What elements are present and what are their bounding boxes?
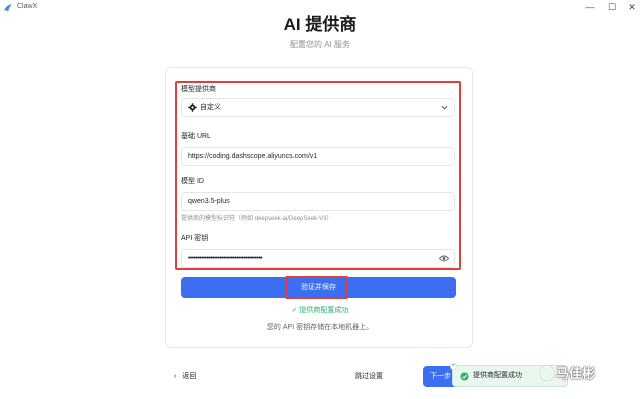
base-url-input[interactable]: https://coding.dashscope.aliyuncs.com/v1	[181, 147, 455, 166]
app-name: ClawX	[17, 3, 38, 10]
model-id-hint: 提供商的模型标识符（例如 deepseek-ai/DeepSeek-V3）	[181, 216, 333, 222]
skip-setup-button[interactable]: 跳过设置	[355, 372, 383, 382]
back-button[interactable]: ‹ 返回	[174, 372, 196, 382]
app-logo-icon	[4, 4, 12, 12]
close-button[interactable]: ✕	[625, 1, 639, 13]
toast-message: 提供商配置成功	[473, 372, 522, 379]
model-id-input[interactable]: qwen3.5-plus	[181, 192, 455, 211]
gear-icon	[188, 103, 197, 112]
base-url-label: 基础 URL	[181, 133, 211, 140]
check-circle-icon	[460, 372, 469, 381]
provider-select-value: 自定义	[200, 104, 221, 111]
minimize-button[interactable]: —	[583, 1, 597, 13]
success-message: ✓ 提供商配置成功	[291, 307, 349, 314]
chevron-left-icon: ‹	[174, 373, 177, 380]
page-title: AI 提供商	[283, 15, 357, 34]
provider-label: 模型提供商	[181, 86, 216, 93]
toast-close-icon[interactable]: ×	[450, 363, 457, 370]
model-id-label: 模型 ID	[181, 178, 204, 185]
watermark-logo-icon	[540, 366, 554, 380]
api-key-masked-value: ••••••••••••••••••••••••••••••••••••••••	[188, 255, 263, 262]
storage-note: 您的 API 密钥存储在本地机器上。	[266, 324, 374, 331]
verify-save-button[interactable]: 验证并保存	[181, 277, 456, 298]
eye-icon[interactable]	[439, 254, 449, 263]
maximize-button[interactable]: ☐	[605, 1, 619, 13]
watermark-text: 马佳彬	[556, 366, 596, 381]
back-label: 返回	[182, 373, 197, 380]
api-key-input[interactable]: ••••••••••••••••••••••••••••••••••••••••	[181, 249, 455, 268]
provider-select[interactable]: 自定义	[181, 98, 455, 117]
title-bar: ClawX — ☐ ✕	[0, 0, 640, 15]
chevron-down-icon	[441, 105, 448, 110]
api-key-label: API 密钥	[181, 235, 209, 242]
watermark: 马佳彬	[540, 365, 595, 383]
page-subtitle: 配置您的 AI 服务	[289, 40, 350, 49]
